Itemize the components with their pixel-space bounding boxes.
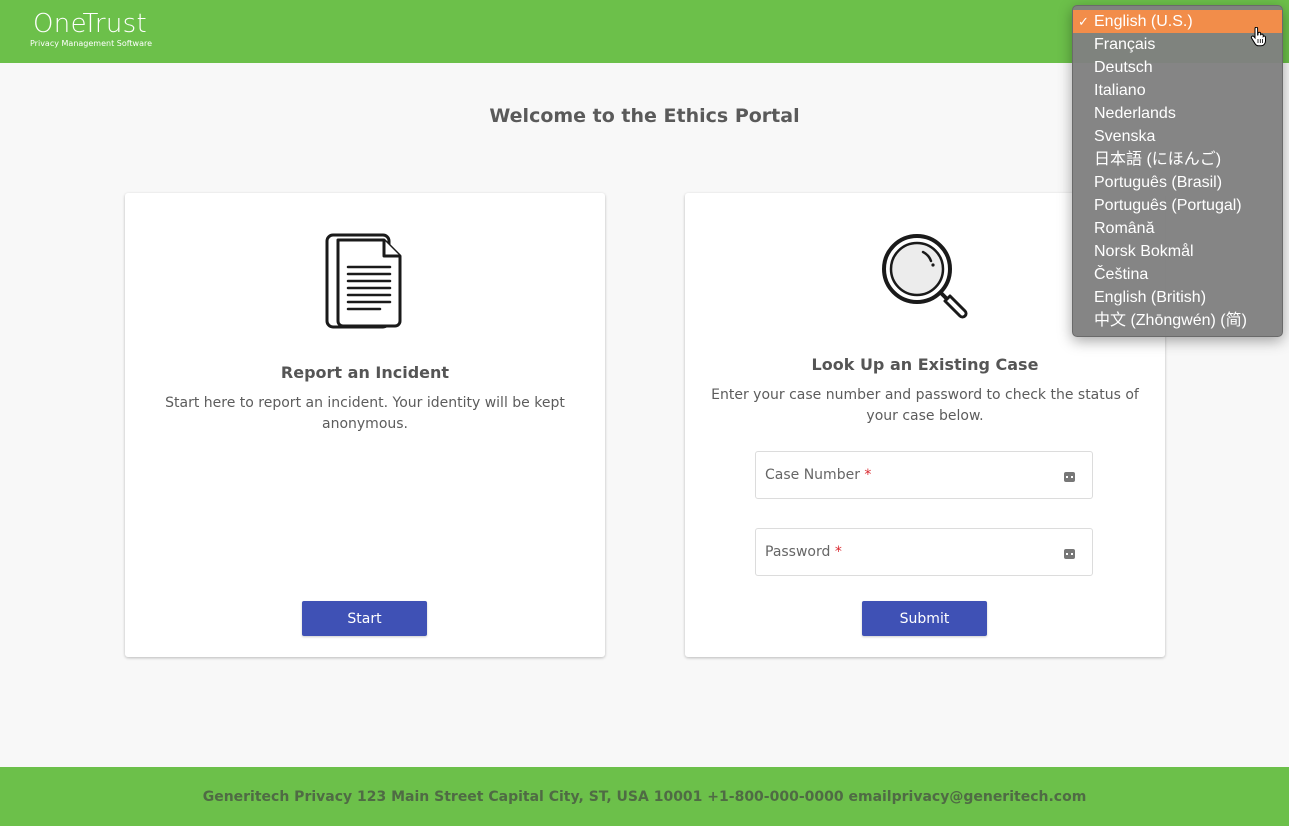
language-option[interactable]: Nederlands [1073,102,1282,125]
language-option[interactable]: Čeština [1073,263,1282,286]
language-option[interactable]: Română [1073,217,1282,240]
case-number-field[interactable]: Case Number * [755,451,1093,499]
language-option-label: Deutsch [1094,59,1153,76]
language-option[interactable]: 日本語 (にほんご) [1073,148,1282,171]
report-incident-title: Report an Incident [280,363,450,382]
language-option-label: Română [1094,220,1155,237]
password-input[interactable] [756,529,1056,575]
password-manager-icon[interactable] [1064,549,1075,559]
start-button[interactable]: Start [302,601,427,636]
submit-button[interactable]: Submit [862,601,987,636]
password-field[interactable]: Password * [755,528,1093,576]
language-option-label: English (British) [1094,289,1207,306]
language-dropdown-menu[interactable]: ✓ English (U.S.) Français Deutsch Italiano Ne… [1072,5,1283,337]
logo-name: OneTrust [33,9,147,39]
footer-contact-text: Generitech Privacy 123 Main Street Capit… [202,788,1087,805]
language-option-label: Nederlands [1094,105,1176,122]
language-option[interactable]: Norsk Bokmål [1073,240,1282,263]
language-option-label: Norsk Bokmål [1094,243,1194,260]
language-option-label: Čeština [1094,266,1149,283]
language-option[interactable]: Português (Portugal) [1073,194,1282,217]
password-manager-icon[interactable] [1064,472,1075,482]
footer: Generitech Privacy 123 Main Street Capit… [0,767,1289,826]
report-incident-description: Start here to report an incident. Your i… [165,395,565,432]
language-option[interactable]: English (British) [1073,286,1282,309]
lookup-case-description: Enter your case number and password to c… [711,387,1139,424]
language-option-label: Português (Brasil) [1094,174,1223,191]
language-option-label: English (U.S.) [1094,13,1193,30]
language-option-label: Português (Portugal) [1094,197,1242,214]
language-option-label: Italiano [1094,82,1146,99]
logo-tagline: Privacy Management Software [30,39,153,48]
documents-icon [125,231,605,331]
language-option-label: 日本語 (にほんご) [1094,151,1222,168]
language-option[interactable]: 中文 (Zhōngwén) (简) [1073,309,1282,332]
language-option[interactable]: Italiano [1073,79,1282,102]
language-option[interactable]: Svenska [1073,125,1282,148]
language-option[interactable]: Português (Brasil) [1073,171,1282,194]
language-option-label: Svenska [1094,128,1156,145]
checkmark-icon: ✓ [1078,14,1089,29]
language-option-label: Français [1094,36,1156,53]
language-option-label: 中文 (Zhōngwén) (简) [1094,312,1247,329]
case-number-input[interactable] [756,452,1056,498]
language-option[interactable]: Deutsch [1073,56,1282,79]
report-incident-card: Report an Incident Start here to report … [125,193,605,657]
hand-pointer-cursor-icon [1250,27,1266,47]
lookup-case-title: Look Up an Existing Case [811,355,1039,374]
onetrust-logo[interactable]: OneTrust Privacy Management Software [30,9,153,49]
